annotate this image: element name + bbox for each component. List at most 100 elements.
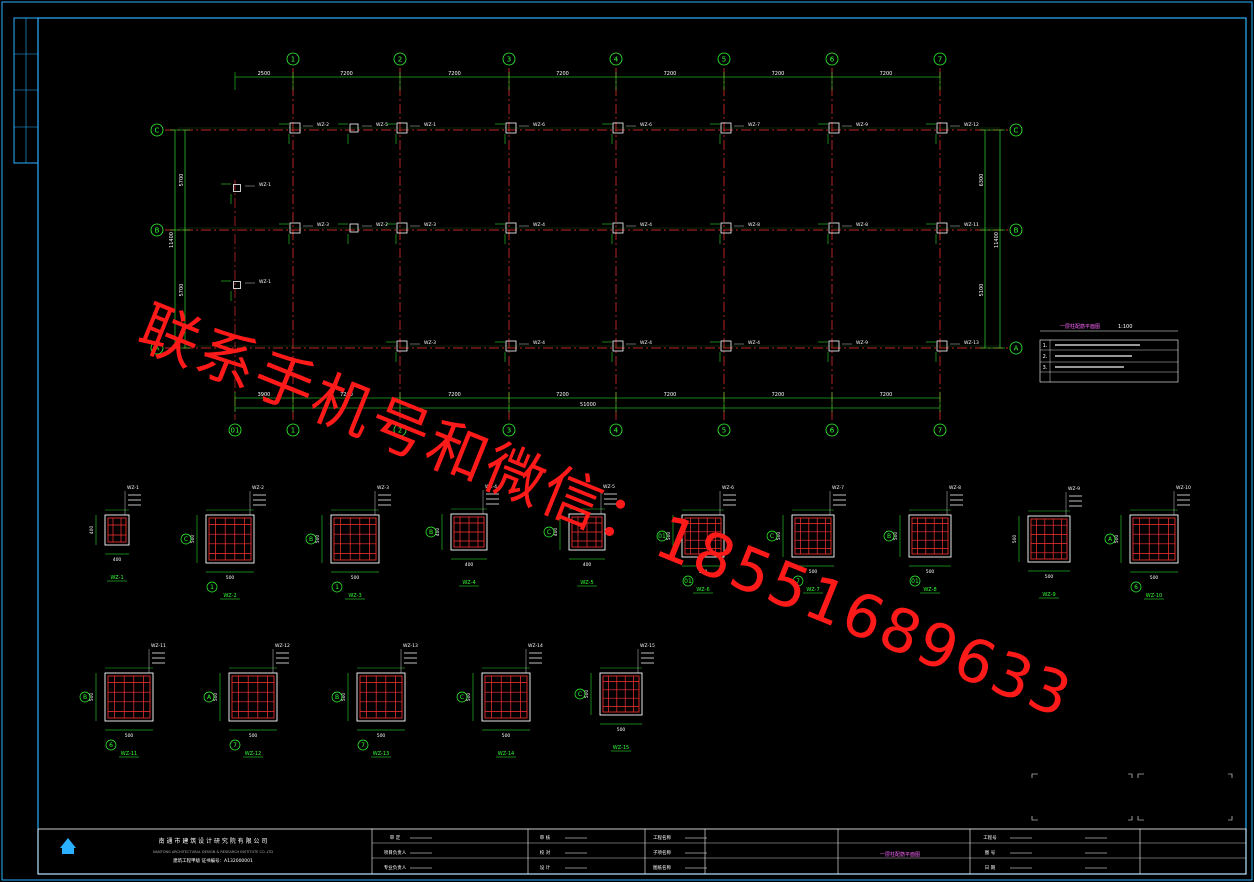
grid-bubble-top-6-label: 6 — [830, 56, 835, 64]
plan-column: WZ-3 — [386, 340, 436, 362]
column-tag: WZ-2 — [376, 222, 388, 228]
section-width: 400 — [583, 562, 592, 568]
column-section: 500500WZ-8WZ-8B01 — [883, 485, 963, 594]
section-height: 500 — [1012, 535, 1018, 544]
plan-column: WZ-6 — [602, 122, 652, 144]
section-axis-label: 7 — [796, 578, 800, 585]
plan-column: WZ-2 — [338, 222, 388, 244]
section-width: 400 — [465, 562, 474, 568]
section-axis-label: B — [887, 533, 891, 540]
dim-left-total: 11400 — [169, 232, 175, 248]
section-axis-label: 7 — [361, 742, 365, 749]
plan-column: WZ-11 — [926, 222, 979, 244]
plan-column: WZ-8 — [710, 222, 760, 244]
company-logo-base — [62, 848, 74, 854]
section-outline — [1129, 514, 1179, 564]
grid-bubble-right-C-label: C — [1014, 127, 1019, 135]
section-outline — [104, 514, 130, 546]
column-sections: 400 400 WZ-1 WZ-1 500 500 WZ-2 WZ-2 C 1 500 500 WZ-3… — [79, 484, 1191, 758]
section-axis-label: C — [770, 533, 774, 540]
plan-column: WZ-4 — [495, 222, 545, 244]
grid-bubble-left-B-label: B — [155, 227, 160, 235]
section-axis-label: C — [547, 529, 551, 536]
section-tag: WZ-5 — [603, 484, 615, 490]
grid-bubble-left-C-label: C — [155, 127, 160, 135]
plan-column: WZ-2 — [279, 122, 329, 144]
grid-bubble-top-3-label: 3 — [507, 56, 511, 64]
grid-bubble-right-A-label: A — [1014, 345, 1019, 353]
notes-scale: 1:100 — [1118, 324, 1132, 330]
section-axis-label: B — [309, 536, 313, 543]
plan-column: WZ-9 — [818, 122, 868, 144]
dim-bottom-value: 3900 — [258, 392, 271, 398]
section-caption: WZ-4 — [462, 580, 475, 586]
section-caption: WZ-6 — [696, 587, 709, 593]
column-tag: WZ-2 — [317, 122, 329, 128]
column-section: 500 500 WZ-9 WZ-9 — [1012, 486, 1082, 599]
section-tag: WZ-12 — [275, 643, 290, 649]
dimensions: 2500 7200 7200 7200 7200 7200 7200 3900 7200 7200… — [169, 71, 1005, 412]
column-tag: WZ-5 — [376, 122, 388, 128]
grid-bubble-top-5-label: 5 — [722, 56, 726, 64]
plan-column: WZ-7 — [710, 122, 760, 144]
notes-box — [1039, 339, 1179, 383]
column-tag: WZ-4 — [640, 222, 652, 228]
company-name-en: NANTONG ARCHITECTURAL DESIGN & RESEARCH … — [153, 850, 273, 854]
section-caption: WZ-11 — [121, 751, 137, 757]
section-width: 500 — [617, 727, 626, 733]
drawing-title: 一层柱配筋平面图 — [880, 851, 920, 858]
column-outline — [233, 281, 241, 289]
column-section: 500500WZ-11WZ-11B6 — [79, 643, 166, 758]
section-axis-label: B — [83, 694, 87, 701]
section-caption: WZ-5 — [580, 580, 593, 586]
column-tag: WZ-4 — [533, 340, 545, 346]
dim-top-value: 2500 — [258, 71, 271, 77]
section-width: 500 — [377, 733, 386, 739]
plan-column: WZ-5 — [338, 122, 388, 144]
dim-bottom-value: 7200 — [448, 392, 461, 398]
column-tag: WZ-3 — [424, 340, 436, 346]
section-width: 500 — [1150, 575, 1159, 581]
plan-column: WZ-3 — [386, 222, 436, 244]
plan-column: WZ-1 — [386, 122, 436, 144]
column-section: 500500WZ-13WZ-13B7 — [331, 643, 418, 758]
plan-columns: WZ-2 WZ-5 WZ-1 WZ-6 WZ-6 WZ-7 WZ-9 WZ-12 WZ-3 WZ-… — [221, 122, 979, 362]
project-row-label: 工程名称 — [653, 834, 671, 841]
dim-top-value: 7200 — [556, 71, 569, 77]
section-axis-label: 1 — [210, 584, 214, 591]
certificate-label: 建筑工程甲级 证书编号：A132000001 — [173, 857, 253, 864]
plan-column: WZ-4 — [602, 340, 652, 362]
sign-row-label: 项目负责人 — [384, 849, 407, 856]
section-axis-label: 6 — [109, 742, 113, 749]
section-axis-label: 01 — [684, 578, 692, 585]
sign-row-label: 审 定 — [390, 834, 401, 841]
section-width: 500 — [226, 575, 235, 581]
plan-column: WZ-4 — [710, 340, 760, 362]
section-width: 500 — [351, 575, 360, 581]
column-section: 400400WZ-5WZ-5C — [543, 484, 617, 587]
column-tag: WZ-9 — [856, 122, 868, 128]
section-tag: WZ-10 — [1176, 485, 1191, 491]
grid-bubble-bottom-3-label: 3 — [507, 427, 511, 435]
plan-column: WZ-9 — [818, 340, 868, 362]
notes-table: 一层柱配筋平面图 1:100 1. 2. 3. — [1039, 323, 1179, 383]
section-outline — [205, 514, 255, 564]
dim-top-value: 7200 — [772, 71, 785, 77]
grid-bubble-bottom-7-label: 7 — [938, 427, 942, 435]
section-outline — [104, 672, 154, 722]
dim-bottom-value: 7200 — [556, 392, 569, 398]
note-number: 2. — [1043, 354, 1048, 360]
dim-total-value: 51000 — [580, 402, 596, 408]
section-axis-label: C — [184, 536, 188, 543]
section-axis-label: 6 — [1134, 584, 1138, 591]
section-caption: WZ-7 — [806, 587, 819, 593]
section-axis-label: B — [335, 694, 339, 701]
dim-left-value: 5700 — [179, 174, 185, 187]
section-width: 500 — [809, 569, 818, 575]
dim-bottom-value: 7200 — [664, 392, 677, 398]
section-axis-label: B — [429, 529, 433, 536]
section-caption: WZ-14 — [498, 751, 514, 757]
column-tag: WZ-7 — [748, 122, 760, 128]
section-width: 500 — [699, 569, 708, 575]
grid-bubble-bottom-01-label: 01 — [231, 427, 240, 435]
